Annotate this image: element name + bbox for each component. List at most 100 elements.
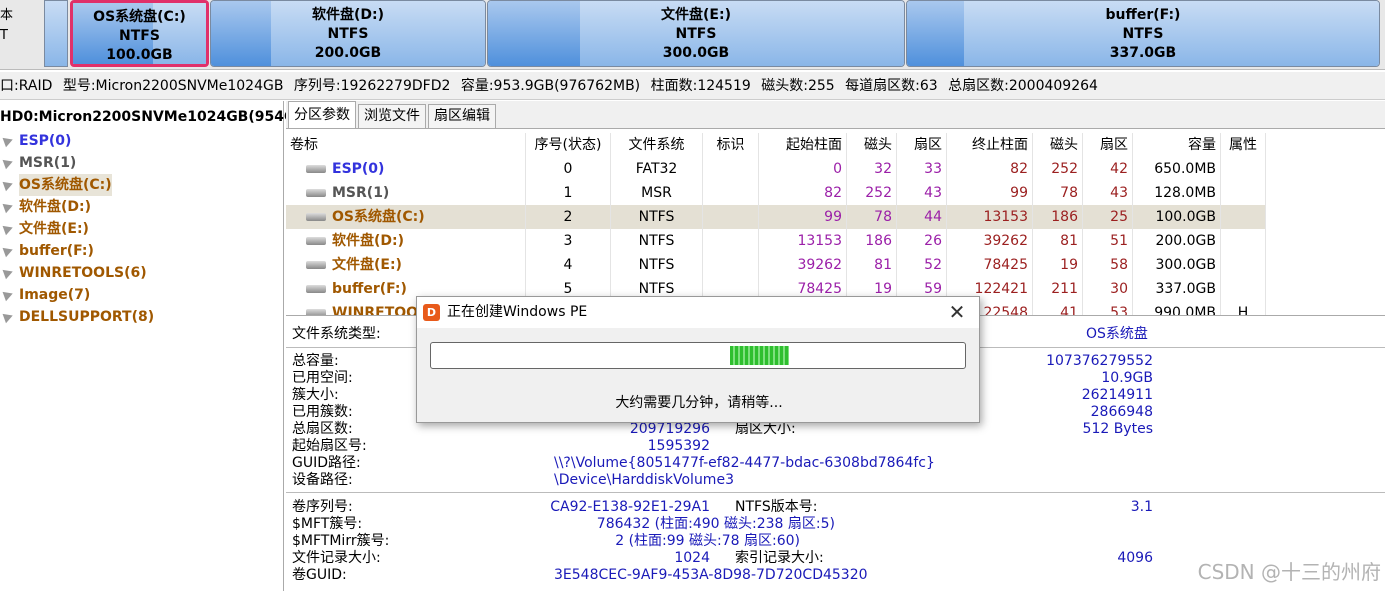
- app-logo-icon: D: [423, 304, 440, 321]
- partition-icon: [2, 222, 15, 236]
- device-path-label: 设备路径:: [292, 472, 353, 488]
- partition-table: 卷标 序号(状态) 文件系统 标识 起始柱面 磁头 扇区 终止柱面 磁头 扇区 …: [286, 133, 1385, 315]
- disk-map-bar: 本 T OS系统盘(C:) NTFS 100.0GB 软件盘(D:) NTFS 200.…: [0, 0, 1385, 70]
- col-header-index[interactable]: 序号(状态): [526, 133, 611, 157]
- col-header-end-sector[interactable]: 扇区: [1083, 133, 1133, 157]
- cluster-size-label: 簇大小:: [292, 387, 339, 403]
- col-header-capacity[interactable]: 容量: [1133, 133, 1221, 157]
- row-cell: [703, 157, 759, 181]
- guid-path-label: GUID路径:: [292, 455, 361, 471]
- close-icon[interactable]: ✕: [945, 297, 969, 328]
- col-header-fs[interactable]: 文件系统: [611, 133, 703, 157]
- table-row[interactable]: MSR(1) 1 MSR 82 252 43 99 78 43 128.0MB: [286, 181, 1266, 205]
- tab-partition-params[interactable]: 分区参数: [288, 101, 356, 128]
- tree-item-e[interactable]: 文件盘(E:): [0, 218, 283, 240]
- row-cell: 25: [1083, 205, 1133, 229]
- cylinders-text: 柱面数:124519: [650, 78, 751, 94]
- row-cell: 337.0GB: [1133, 277, 1221, 301]
- ntfs-version-value: 3.1: [1130, 499, 1153, 515]
- row-cell: 78: [1033, 181, 1083, 205]
- used-clusters-label: 已用簇数:: [292, 404, 353, 420]
- volume-serial-value: CA92-E138-92E1-29A1: [550, 499, 710, 515]
- tab-sector-edit[interactable]: 扇区编辑: [428, 104, 496, 128]
- col-header-end-head[interactable]: 磁头: [1033, 133, 1083, 157]
- partition-icon: [2, 244, 15, 258]
- total-capacity-label: 总容量:: [292, 353, 339, 369]
- row-cell: 3: [526, 229, 611, 253]
- partition-block-e[interactable]: 文件盘(E:) NTFS 300.0GB: [487, 0, 905, 67]
- row-cell: FAT32: [611, 157, 703, 181]
- dialog-title: 正在创建Windows PE: [447, 304, 588, 320]
- row-label-cell: MSR(1): [286, 181, 526, 205]
- partition-block-f[interactable]: buffer(F:) NTFS 337.0GB: [906, 0, 1380, 67]
- partition-block-c[interactable]: OS系统盘(C:) NTFS 100.0GB: [70, 0, 209, 67]
- tree-item-winretools[interactable]: WINRETOOLS(6): [0, 262, 283, 284]
- drive-icon: [306, 237, 326, 245]
- table-row[interactable]: 软件盘(D:) 3 NTFS 13153 186 26 39262 81 51 200.0GB: [286, 229, 1266, 253]
- progress-bar: [430, 342, 966, 369]
- tree-item-esp[interactable]: ESP(0): [0, 130, 283, 152]
- row-cell: 33: [897, 157, 947, 181]
- row-cell: 41: [1033, 301, 1083, 315]
- tree-item-d[interactable]: 软件盘(D:): [0, 196, 283, 218]
- row-cell: 42: [1083, 157, 1133, 181]
- row-cell: NTFS: [611, 205, 703, 229]
- col-header-start-sector[interactable]: 扇区: [897, 133, 947, 157]
- row-cell: 39262: [947, 229, 1033, 253]
- drive-icon: [306, 189, 326, 197]
- row-label: buffer(F:): [332, 281, 407, 297]
- row-cell: 186: [1033, 205, 1083, 229]
- table-row[interactable]: ESP(0) 0 FAT32 0 32 33 82 252 42 650.0MB: [286, 157, 1266, 181]
- partition-icon: [2, 288, 15, 302]
- row-cell: [1221, 157, 1266, 181]
- row-cell: 81: [847, 253, 897, 277]
- index-size-value: 4096: [1117, 550, 1153, 566]
- row-cell: 128.0MB: [1133, 181, 1221, 205]
- partition-icon: [2, 156, 15, 170]
- tree-item-msr[interactable]: MSR(1): [0, 152, 283, 174]
- tab-browse-files[interactable]: 浏览文件: [358, 104, 426, 128]
- partition-icon: [2, 178, 15, 192]
- row-cell: 43: [897, 181, 947, 205]
- tree-item-f[interactable]: buffer(F:): [0, 240, 283, 262]
- row-cell: 13153: [759, 229, 847, 253]
- col-header-label[interactable]: 卷标: [286, 133, 526, 157]
- row-label: WINRETOO: [332, 305, 419, 315]
- col-header-start-head[interactable]: 磁头: [847, 133, 897, 157]
- mft-cluster-value: 786432 (柱面:490 磁头:238 扇区:5): [596, 516, 835, 532]
- col-header-start-cyl[interactable]: 起始柱面: [759, 133, 847, 157]
- row-cell: 82: [759, 181, 847, 205]
- start-sector-value: 1595392: [647, 438, 710, 454]
- tree-root-disk[interactable]: HD0:Micron2200SNVMe1024GB(954G: [0, 106, 295, 130]
- table-row[interactable]: 文件盘(E:) 4 NTFS 39262 81 52 78425 19 58 300.0GB: [286, 253, 1266, 277]
- row-cell: 252: [847, 181, 897, 205]
- row-cell: 43: [1083, 181, 1133, 205]
- row-cell: 0: [526, 157, 611, 181]
- mftmirr-cluster-value: 2 (柱面:99 磁头:78 扇区:60): [615, 533, 800, 549]
- row-label: 软件盘(D:): [332, 233, 405, 249]
- small-partition-block[interactable]: [44, 0, 68, 67]
- row-cell: 200.0GB: [1133, 229, 1221, 253]
- partition-block-d[interactable]: 软件盘(D:) NTFS 200.0GB: [210, 0, 486, 67]
- ntfs-version-label: NTFS版本号:: [735, 499, 818, 515]
- row-cell: 26: [897, 229, 947, 253]
- row-label: MSR(1): [332, 185, 390, 201]
- tree-item-image[interactable]: Image(7): [0, 284, 283, 306]
- used-clusters-value: 2866948: [1090, 404, 1153, 420]
- partition-icon: [2, 310, 15, 324]
- tree-item-c[interactable]: OS系统盘(C:): [0, 174, 283, 196]
- tree-item-dellsupport[interactable]: DELLSUPPORT(8): [0, 306, 283, 328]
- row-cell: H: [1221, 301, 1266, 315]
- used-space-label: 已用空间:: [292, 370, 353, 386]
- row-cell: 30: [1083, 277, 1133, 301]
- col-header-end-cyl[interactable]: 终止柱面: [947, 133, 1033, 157]
- mftmirr-cluster-label: $MFTMirr簇号:: [292, 533, 390, 549]
- total-sectors-label: 总扇区数:: [292, 421, 353, 437]
- capacity-text: 容量:953.9GB(976762MB): [460, 78, 641, 94]
- col-header-flag[interactable]: 标识: [703, 133, 759, 157]
- record-size-label: 文件记录大小:: [292, 550, 381, 566]
- row-cell: [1221, 181, 1266, 205]
- col-header-attr[interactable]: 属性: [1221, 133, 1266, 157]
- table-row[interactable]: OS系统盘(C:) 2 NTFS 99 78 44 13153 186 25 100.0GB: [286, 205, 1266, 229]
- row-cell: 13153: [947, 205, 1033, 229]
